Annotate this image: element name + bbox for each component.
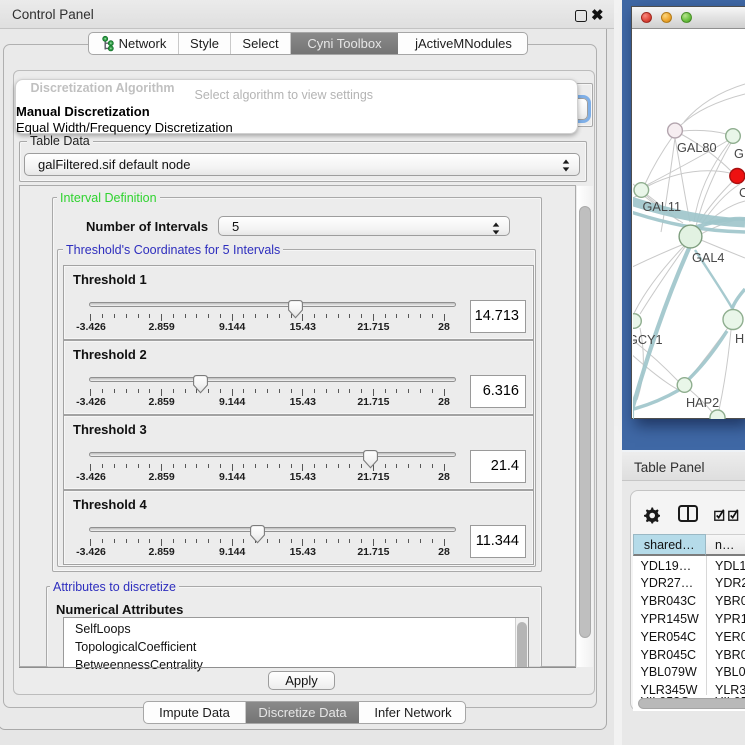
svg-text:GAL11: GAL11 [643, 200, 682, 214]
svg-text:GCY1: GCY1 [633, 333, 663, 347]
svg-text:H: H [735, 332, 744, 346]
svg-text:G.: G. [734, 147, 745, 161]
svg-text:GAL4: GAL4 [692, 251, 724, 265]
svg-text:C: C [739, 186, 745, 200]
svg-text:GAL80: GAL80 [677, 141, 717, 155]
svg-text:HAP2: HAP2 [686, 396, 719, 410]
